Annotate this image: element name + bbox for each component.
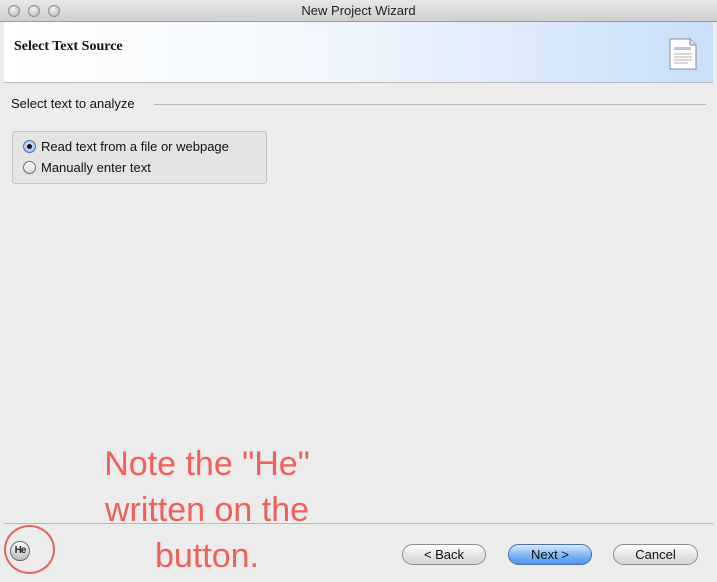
wizard-header: Select Text Source — [4, 22, 713, 83]
radio-read-from-file-label: Read text from a file or webpage — [41, 138, 229, 154]
window-title: New Project Wizard — [301, 3, 416, 18]
annotation-text: Note the "He" written on the button. — [104, 445, 310, 575]
next-button[interactable]: Next > — [508, 544, 592, 565]
radio-manual-entry-label: Manually enter text — [41, 159, 151, 175]
page-title: Select Text Source — [14, 39, 123, 54]
footer-divider — [4, 523, 713, 524]
group-label: Select text to analyze — [11, 96, 135, 111]
radio-read-from-file[interactable]: Read text from a file or webpage — [23, 137, 229, 155]
back-button[interactable]: < Back — [402, 544, 486, 565]
radio-unselected-icon[interactable] — [23, 160, 36, 174]
window-titlebar: New Project Wizard — [0, 0, 717, 22]
annotation-callout-circle — [4, 525, 55, 574]
wizard-page-icon — [669, 38, 697, 70]
radio-selected-icon[interactable] — [23, 139, 36, 153]
group-divider — [154, 104, 706, 105]
text-source-options: Read text from a file or webpage Manuall… — [12, 131, 267, 184]
cancel-button[interactable]: Cancel — [613, 544, 698, 565]
radio-manual-entry[interactable]: Manually enter text — [23, 158, 151, 176]
